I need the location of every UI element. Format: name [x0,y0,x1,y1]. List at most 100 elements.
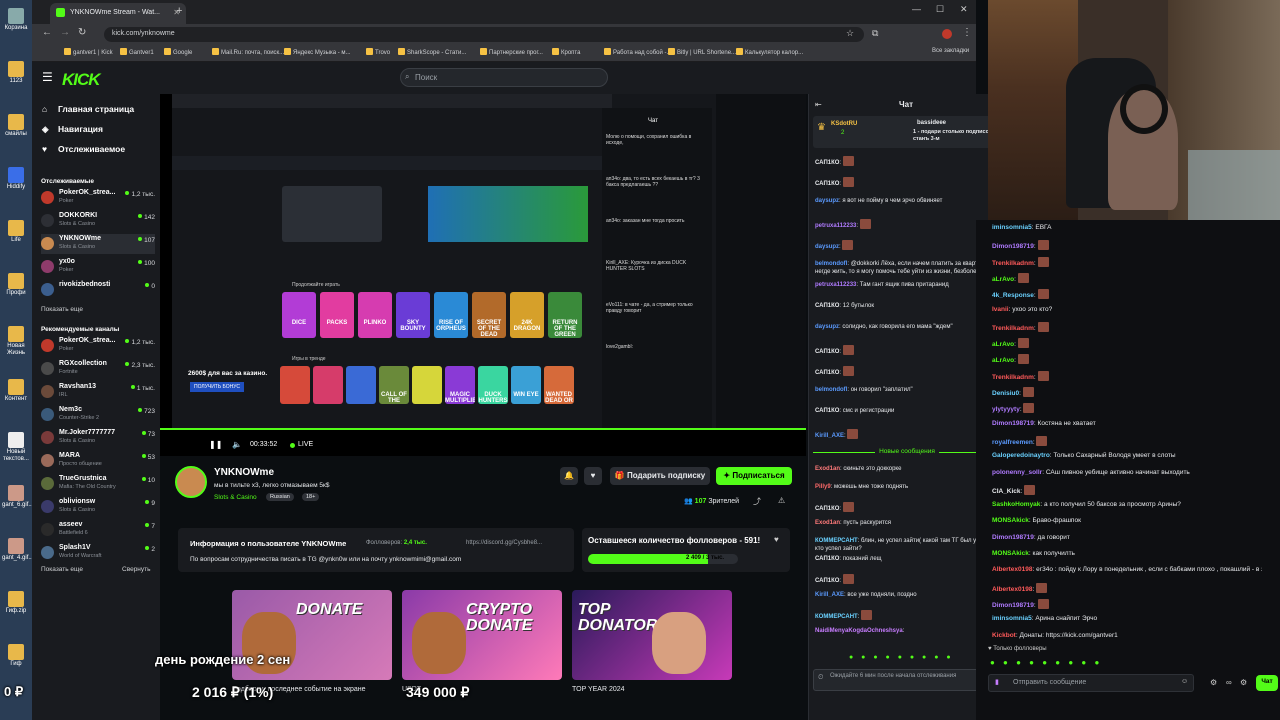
browser-tab[interactable]: YNKNOWme Stream - Wat... ✕ [50,3,186,24]
bookmark-star-icon[interactable]: ☆ [846,28,854,39]
chat-username[interactable]: Kickbot [992,632,1016,639]
chat-username[interactable]: КОММЕРСАНТ [815,538,858,544]
sidebar-channel[interactable]: DOKKORKI Slots & Casino 142 [41,211,155,231]
desktop-icon[interactable]: gant_6.gif... [2,485,33,509]
stream-category[interactable]: Slots & Casino [214,494,257,501]
show-more-recommended[interactable]: Показать еще [41,566,83,573]
video-player[interactable]: DICE PACKS PLINKO SKY BOUNTY RISE OF ORPHEUS… [160,94,806,456]
nav-compass[interactable]: ◈ Навигация [42,124,103,135]
bookmark-item[interactable]: Яндекс Музыка - м... [284,48,351,56]
chat-username[interactable]: САП1КО [815,408,839,414]
url-bar[interactable]: kick.com/ynknowme [104,27,864,42]
extensions-icon[interactable]: ⧉ [872,28,878,39]
chat-username[interactable]: CIA_Kick [992,488,1021,495]
desktop-icon[interactable]: Гиф [2,644,30,668]
donation-card[interactable]: CRYPTO DONATE [402,590,562,680]
send-message-input[interactable]: ▮ Отправить сообщение ☺ [988,674,1194,692]
sidebar-channel[interactable]: asseev Battlefield 6 7 [41,520,155,540]
profile-avatar[interactable] [942,29,952,39]
minimize-button[interactable]: — [912,4,921,14]
kick-logo[interactable]: KICK [62,70,101,90]
discord-link[interactable]: https://discord.gg/Cysbhe8... [466,540,542,546]
chat-username[interactable]: belmondofl [815,387,847,393]
chat-username[interactable]: Trenkilkadnm [992,374,1034,381]
send-chat-button[interactable]: Чат [1256,675,1278,691]
chat-username[interactable]: САП1КО [815,506,839,512]
chat-username[interactable]: aLrAvo [992,341,1014,348]
sidebar-channel[interactable]: MARA Просто общение 53 [41,451,155,471]
all-bookmarks[interactable]: Все закладки [932,48,969,54]
chat-username[interactable]: САП1КО [815,578,839,584]
desktop-icon[interactable]: Профи [2,273,30,297]
chat-username[interactable]: petruxa112233 [815,223,856,229]
chat-username[interactable]: daysupz [815,324,839,330]
chat-username[interactable]: Galoperedoinaytro [992,452,1050,459]
chat-username[interactable]: iminsomnia5 [992,615,1032,622]
back-icon[interactable]: ← [42,27,52,38]
chat-username[interactable]: САП1КО [815,160,839,166]
chat-username[interactable]: Dimon198719 [992,243,1034,250]
chat-username[interactable]: Kirill_AXE [815,433,844,439]
chat-username[interactable]: Dimon198719 [992,534,1034,541]
share-icon[interactable]: ⤴ [753,496,761,507]
streamer-avatar[interactable] [175,466,207,498]
notifications-button[interactable]: 🔔 [560,467,578,485]
tag-age[interactable]: 18+ [302,493,320,501]
goal-heart-icon[interactable]: ♥ [774,535,779,544]
show-more-followed[interactable]: Показать еще [41,306,83,313]
chat-username[interactable]: aLrAvo [992,357,1014,364]
desktop-icon[interactable]: Корзина [2,8,30,32]
menu-icon[interactable]: ⋮ [962,27,972,38]
chat-username[interactable]: Denisiu0 [992,390,1019,397]
pause-icon[interactable]: ❚❚ [209,440,222,449]
reload-icon[interactable]: ↻ [78,27,86,38]
chat-username[interactable]: MONSAkick [992,550,1029,557]
nav-home[interactable]: ⌂ Главная страница [42,104,134,114]
donation-card[interactable]: TOP DONATORS [572,590,732,680]
bookmark-item[interactable]: Trovo [366,48,390,56]
chat-username[interactable]: Dimon198719 [992,420,1034,427]
desktop-icon[interactable]: Контент [2,379,30,403]
chat-username[interactable]: КОММЕРСАНТ [815,614,858,620]
sidebar-channel[interactable]: yx0o Poker 100 [41,257,155,277]
bookmark-item[interactable]: Кропта [552,48,580,56]
desktop-icon[interactable]: Life [2,220,30,244]
chat-input[interactable]: ⏲ Ожидайте 6 мин после начала отслеживан… [813,669,999,691]
sidebar-channel[interactable]: Mr.Joker7777777 Slots & Casino 73 [41,428,155,448]
chat-username[interactable]: САП1КО [815,349,839,355]
desktop-icon[interactable]: Hiddify [2,167,30,191]
bookmark-item[interactable]: Gantver1 [120,48,154,56]
chat-username[interactable]: ylytyyyty [992,406,1020,413]
chat-username[interactable]: Exod1an [815,520,840,526]
chat-username[interactable]: Albertex0198 [992,586,1032,593]
chat-username[interactable]: САП1КО [815,370,839,376]
bookmark-item[interactable]: SharkScope - Стати... [398,48,466,56]
subscribe-button[interactable]: ✦ Подписаться [716,467,792,485]
nav-heart[interactable]: ♥ Отслеживаемое [42,144,125,154]
collapse-chat-icon[interactable]: ⇤ [815,100,822,109]
desktop-icon[interactable]: gant_4.gif... [2,538,33,562]
chat-username[interactable]: Pilly9 [815,484,831,490]
chat-username[interactable]: belmondofl [815,261,847,267]
bookmark-item[interactable]: gantver1 | Kick [64,48,113,56]
chat-username[interactable]: polonenny_sollr [992,469,1042,476]
chat-username[interactable]: САП1КО [815,181,839,187]
volume-icon[interactable]: 🔈 [232,440,242,449]
sidebar-channel[interactable]: Splash1V World of Warcraft 2 [41,543,155,563]
forward-icon[interactable]: → [60,27,70,38]
bookmark-item[interactable]: Bitly | URL Shortene... [668,48,736,56]
chat-username[interactable]: SashkoHomyak [992,501,1040,508]
emoji-icon[interactable]: ☺ [1181,678,1188,685]
chat-username[interactable]: Ivanii [992,306,1009,313]
search-input[interactable]: ⌕ Поиск [400,68,608,87]
report-icon[interactable]: ⚠ [778,496,785,505]
chat-username[interactable]: NaidiMenyaKogdaOchneshsya [815,628,903,634]
chat-username[interactable]: MONSAkick [992,517,1029,524]
desktop-icon[interactable]: 1123 [2,61,30,85]
desktop-icon[interactable]: Новая Жизнь [2,326,30,357]
desktop-icon[interactable]: смайлы [2,114,30,138]
desktop-icon[interactable]: Гиф.zip [2,591,30,615]
streamer-name[interactable]: YNKNOWme [214,467,274,478]
sidebar-channel[interactable]: YNKNOWme Slots & Casino 107 [41,234,155,254]
follow-heart-button[interactable]: ♥ [584,467,602,485]
